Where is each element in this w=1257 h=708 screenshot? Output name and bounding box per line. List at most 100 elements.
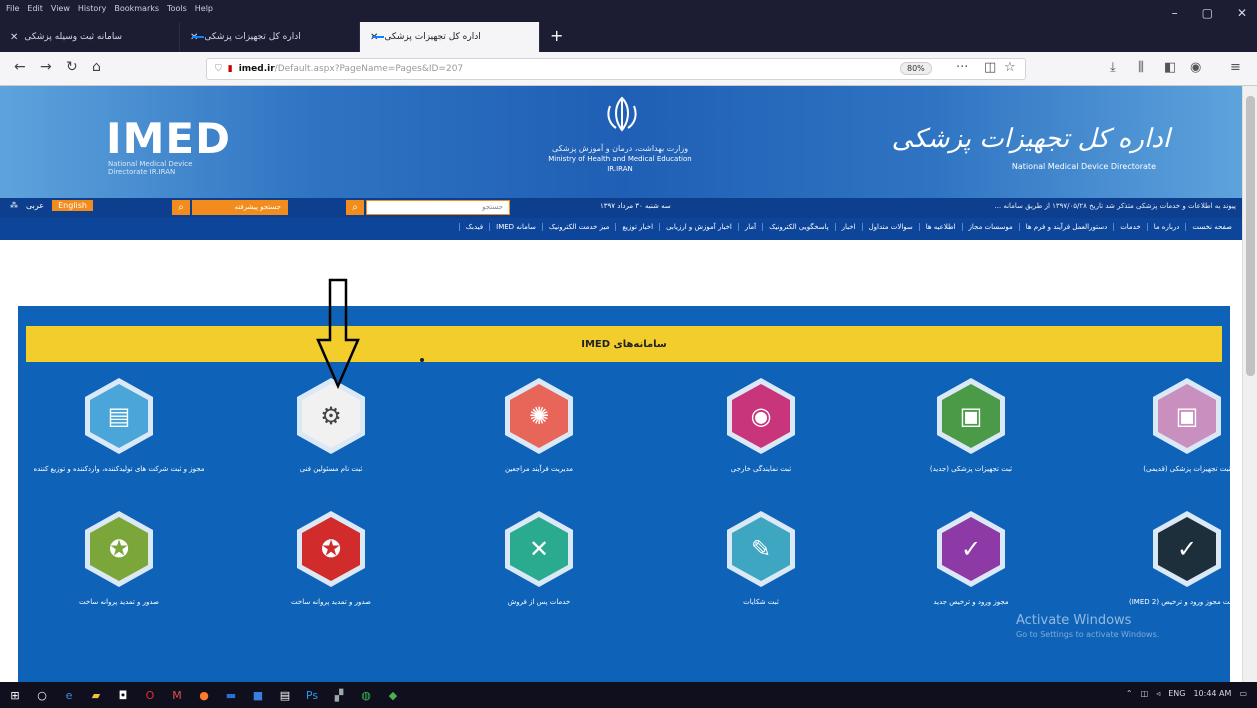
nav-item[interactable]: سوالات متداول <box>861 223 919 231</box>
menu-tools[interactable]: Tools <box>167 4 187 13</box>
library-icon[interactable]: ⫼ <box>1138 60 1144 75</box>
downloads-icon[interactable]: ⤓ <box>1110 60 1116 75</box>
word-icon[interactable]: ■ <box>249 686 267 704</box>
menu-history[interactable]: History <box>78 4 106 13</box>
system-tile[interactable]: ✕ خدمات پس از فروش <box>444 511 634 608</box>
photoshop-icon[interactable]: Ps <box>303 686 321 704</box>
news-ticker[interactable]: پیوند به اطلاعات و خدمات پزشکی متذکر شد … <box>740 202 1236 210</box>
system-tile[interactable]: ✓ مجوز ورود و ترخیص جدید <box>876 511 1066 608</box>
system-tile-hexagon[interactable]: ▣ <box>1153 378 1221 454</box>
chrome-icon[interactable]: ◍ <box>357 686 375 704</box>
firefox-icon[interactable]: ● <box>195 686 213 704</box>
lock-icon[interactable]: ▮ <box>228 64 233 74</box>
system-tile[interactable]: ✪ صدور و تمدید پروانه ساخت <box>236 511 426 608</box>
system-tile[interactable]: ✪ صدور و تمدید پروانه ساخت <box>24 511 214 608</box>
menu-edit[interactable]: Edit <box>27 4 43 13</box>
tab-1[interactable]: سامانه ثبت وسیله پزشکی ✕ <box>0 22 180 52</box>
system-tile-label[interactable]: مجوز ورود و ترخیص جدید <box>876 597 1066 608</box>
notification-icon[interactable]: ▭ <box>1239 689 1247 698</box>
tab-2[interactable]: اداره کل تجهیزات پزشکی ✕ <box>180 22 360 52</box>
menu-bookmarks[interactable]: Bookmarks <box>114 4 159 13</box>
system-tile[interactable]: ✎ ثبت شکایات <box>666 511 856 608</box>
app-icon-3[interactable]: ◆ <box>384 686 402 704</box>
system-tile-hexagon[interactable]: ◉ <box>727 378 795 454</box>
system-tile-hexagon[interactable]: ✪ <box>297 511 365 587</box>
nav-item[interactable]: درباره ما <box>1146 223 1186 231</box>
system-tile-label[interactable]: مدیریت فرآیند مراجعین <box>444 464 634 475</box>
search-input[interactable]: جستجو <box>366 200 510 215</box>
new-tab-button[interactable]: + <box>540 22 573 52</box>
nav-item[interactable]: صفحه نخست <box>1185 223 1238 231</box>
edge-icon[interactable]: e <box>60 686 78 704</box>
lang-english[interactable]: English <box>52 200 93 211</box>
system-tile-hexagon[interactable]: ✪ <box>85 511 153 587</box>
nav-item[interactable]: اخبار <box>834 223 862 231</box>
system-tile-label[interactable]: صدور و تمدید پروانه ساخت <box>24 597 214 608</box>
sidebar-icon[interactable]: ◧ <box>1164 60 1176 75</box>
maximize-icon[interactable]: ▢ <box>1202 6 1213 20</box>
lang-indicator[interactable]: ENG <box>1168 689 1185 698</box>
imed-logo[interactable]: IMED <box>106 114 231 163</box>
account-icon[interactable]: ◉ <box>1190 60 1201 75</box>
opera-icon[interactable]: O <box>141 686 159 704</box>
nav-item[interactable]: اطلاعیه ها <box>918 223 962 231</box>
menu-help[interactable]: Help <box>195 4 213 13</box>
system-tile-hexagon[interactable]: ▣ <box>937 378 1005 454</box>
search-icon[interactable]: ⌕ <box>346 200 364 215</box>
system-tile[interactable]: ⚙ ثبت نام مسئولین فنی <box>236 378 426 475</box>
nav-item[interactable]: موسسات مجاز <box>961 223 1019 231</box>
pocket-icon[interactable]: ◫ <box>984 60 996 75</box>
lang-arabic[interactable]: عربی <box>26 201 44 210</box>
tab-3-active[interactable]: اداره کل تجهیزات پزشکی ✕ <box>360 22 540 52</box>
nav-item[interactable]: پاسخگویی الکترونیک <box>762 223 835 231</box>
zoom-level[interactable]: 80% <box>900 62 932 75</box>
network-icon[interactable]: ◫ <box>1141 689 1149 698</box>
shield-icon[interactable]: ⛉ <box>215 64 222 74</box>
file-explorer-icon[interactable]: ▰ <box>87 686 105 704</box>
nav-item-imed[interactable]: سامانه IMED <box>489 223 542 231</box>
nav-item[interactable]: اخبار آموزش و ارزیابی <box>659 223 738 231</box>
back-icon[interactable]: ← <box>14 59 26 75</box>
search-circle-icon[interactable]: ○ <box>33 686 51 704</box>
advanced-search-icon[interactable]: ⌕ <box>172 200 190 215</box>
app-icon[interactable]: ▬ <box>222 686 240 704</box>
system-tile-label[interactable]: صدور و تمدید پروانه ساخت <box>236 597 426 608</box>
system-tile-label[interactable]: ثبت نام مسئولین فنی <box>236 464 426 475</box>
system-tile-hexagon[interactable]: ✓ <box>1153 511 1221 587</box>
tray-up-icon[interactable]: ⌃ <box>1126 689 1133 698</box>
scrollbar-thumb[interactable] <box>1246 96 1255 376</box>
clock[interactable]: 10:44 AM <box>1193 689 1231 698</box>
system-tile[interactable]: ▣ ثبت تجهیزات پزشکی (قدیمی) <box>1092 378 1242 475</box>
page-scrollbar[interactable] <box>1242 86 1257 682</box>
system-tile[interactable]: ✺ مدیریت فرآیند مراجعین <box>444 378 634 475</box>
system-tile-hexagon[interactable]: ▤ <box>85 378 153 454</box>
system-tile[interactable]: ◉ ثبت نمایندگی خارجی <box>666 378 856 475</box>
system-tile-label[interactable]: ثبت تجهیزات پزشکی (جدید) <box>876 464 1066 475</box>
system-tile-hexagon[interactable]: ✺ <box>505 378 573 454</box>
start-icon[interactable]: ⊞ <box>6 686 24 704</box>
close-tab-icon[interactable]: ✕ <box>10 32 18 43</box>
reload-icon[interactable]: ↻ <box>66 59 78 75</box>
forward-icon[interactable]: → <box>40 59 52 75</box>
system-tile-label[interactable]: ثبت شکایات <box>666 597 856 608</box>
nav-item[interactable]: خدمات <box>1113 223 1146 231</box>
system-tile-hexagon[interactable]: ✓ <box>937 511 1005 587</box>
calculator-icon[interactable]: ▤ <box>276 686 294 704</box>
close-window-icon[interactable]: ✕ <box>1237 6 1247 20</box>
sitemap-icon[interactable]: ⁂ <box>10 201 18 210</box>
system-tile-hexagon[interactable]: ✕ <box>505 511 573 587</box>
system-tile-hexagon[interactable]: ✎ <box>727 511 795 587</box>
nav-item[interactable]: آمار <box>737 223 762 231</box>
page-actions-icon[interactable]: ··· <box>956 60 968 75</box>
bookmark-star-icon[interactable]: ☆ <box>1004 60 1016 75</box>
hamburger-menu-icon[interactable]: ≡ <box>1230 60 1241 75</box>
gmail-icon[interactable]: M <box>168 686 186 704</box>
system-tile[interactable]: ▣ ثبت تجهیزات پزشکی (جدید) <box>876 378 1066 475</box>
nav-item[interactable]: اخبار توزیع <box>615 223 659 231</box>
nav-item[interactable]: فیدبک <box>458 223 489 231</box>
minimize-icon[interactable]: – <box>1172 6 1178 20</box>
store-icon[interactable]: ◘ <box>114 686 132 704</box>
system-tile[interactable]: ✓ مدیریت مجوز ورود و ترخیص (IMED 2) <box>1092 511 1242 608</box>
app-icon-2[interactable]: ▞ <box>330 686 348 704</box>
system-tile-label[interactable]: مدیریت مجوز ورود و ترخیص (IMED 2) <box>1092 597 1242 608</box>
